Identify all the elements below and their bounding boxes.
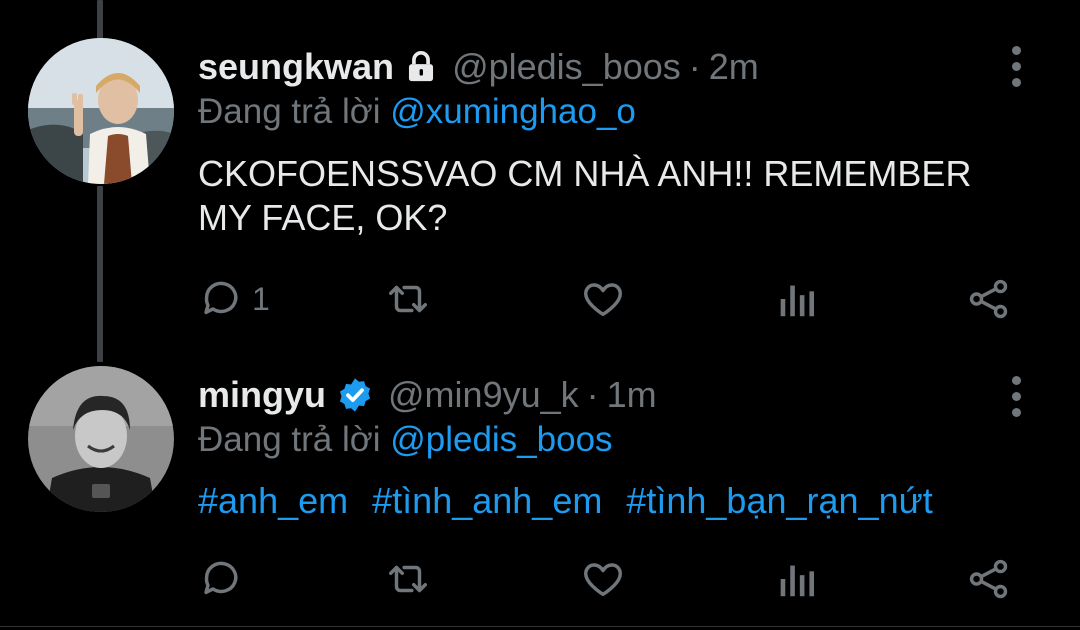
action-bar <box>198 556 1028 604</box>
separator: · <box>586 374 599 415</box>
separator: · <box>688 46 701 87</box>
display-name[interactable]: mingyu <box>198 374 326 416</box>
retweet-button[interactable] <box>384 556 432 602</box>
analytics-button[interactable] <box>776 556 816 602</box>
heart-icon <box>584 283 622 317</box>
hashtag-link[interactable]: #anh_em <box>198 480 348 521</box>
display-name[interactable]: seungkwan <box>198 46 394 88</box>
heart-icon <box>584 563 622 597</box>
reply-prefix: Đang trả lời <box>198 92 381 131</box>
verified-icon <box>336 376 374 414</box>
avatar[interactable] <box>28 366 174 512</box>
share-icon <box>969 279 1008 319</box>
timestamp[interactable]: 1m <box>607 374 657 416</box>
analytics-button[interactable] <box>776 276 816 322</box>
handle[interactable]: @pledis_boos <box>452 46 681 88</box>
thread-line <box>97 0 103 40</box>
reply-count: 1 <box>252 280 270 317</box>
share-icon <box>969 559 1008 599</box>
retweet-icon <box>389 565 427 593</box>
reply-context: Đang trả lời @xuminghao_o <box>198 92 636 132</box>
hashtag-link[interactable]: #tình_anh_em <box>372 480 602 521</box>
reply-button[interactable] <box>198 556 244 602</box>
like-button[interactable] <box>580 556 626 602</box>
tweet-header: mingyu @min9yu_k · 1m <box>198 374 657 416</box>
tweet-text: CKOFOENSSVAO CM NHÀ ANH!! REMEMBER MY FA… <box>198 153 972 238</box>
like-button[interactable] <box>580 276 626 322</box>
tweet-text: #anh_em #tình_anh_em #tình_bạn_rạn_nứt <box>198 480 947 522</box>
mention-link[interactable]: @pledis_boos <box>390 420 612 459</box>
timestamp[interactable]: 2m <box>709 46 759 88</box>
reply-icon <box>204 561 238 595</box>
analytics-icon <box>780 565 815 597</box>
handle[interactable]: @min9yu_k <box>388 374 579 416</box>
divider <box>0 626 1080 627</box>
share-button[interactable] <box>966 556 1012 602</box>
share-button[interactable] <box>966 276 1012 322</box>
thread-line <box>97 186 103 362</box>
avatar[interactable] <box>28 38 174 184</box>
action-bar: 1 <box>198 276 1028 324</box>
retweet-button[interactable] <box>384 276 432 322</box>
hashtag-link[interactable]: #tình_bạn_rạn_nứt <box>626 480 932 521</box>
analytics-icon <box>780 285 815 317</box>
reply-context: Đang trả lời @pledis_boos <box>198 420 613 460</box>
avatar-photo <box>28 366 174 512</box>
tweet-header: seungkwan @pledis_boos · 2m <box>198 46 759 88</box>
more-options-icon[interactable] <box>1012 376 1021 417</box>
reply-icon <box>204 281 238 315</box>
reply-button[interactable]: 1 <box>198 276 270 322</box>
retweet-icon <box>389 285 427 313</box>
more-options-icon[interactable] <box>1012 46 1021 87</box>
reply-prefix: Đang trả lời <box>198 420 381 459</box>
lock-icon <box>404 50 438 84</box>
mention-link[interactable]: @xuminghao_o <box>390 92 636 131</box>
avatar-photo <box>28 38 174 184</box>
